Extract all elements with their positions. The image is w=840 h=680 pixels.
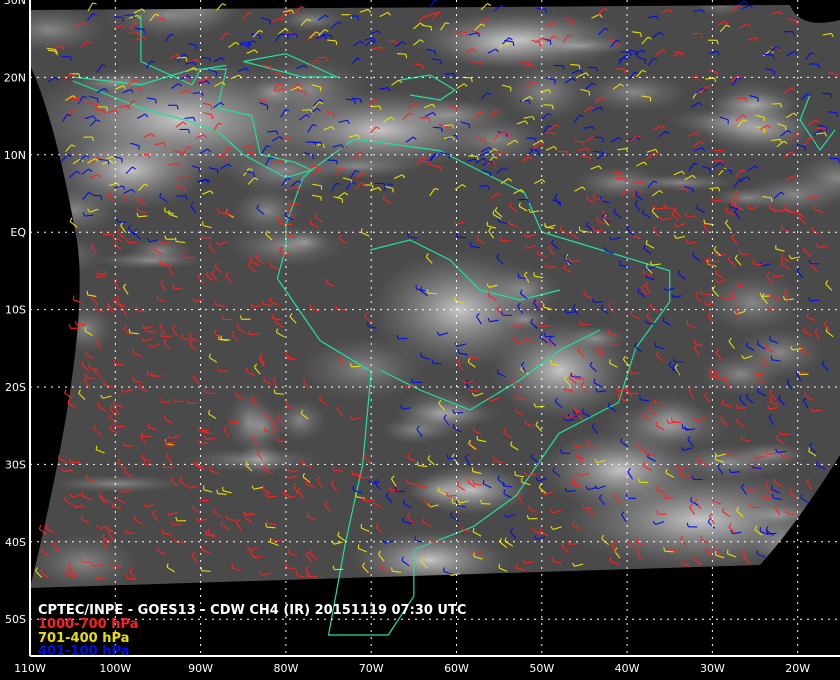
lat-tick-label: EQ bbox=[10, 226, 26, 239]
lat-tick-label: 20S bbox=[5, 381, 26, 394]
lon-tick-label: 20W bbox=[785, 662, 810, 675]
wind-barb bbox=[736, 0, 748, 7]
legend-low-level: 1000-700 hPa bbox=[38, 617, 138, 632]
wind-barb bbox=[428, 0, 439, 9]
lat-tick-label: 30S bbox=[5, 458, 26, 471]
lat-tick-label: 40S bbox=[5, 536, 26, 549]
lat-tick-label: 30N bbox=[4, 0, 26, 7]
map-canvas: 110W 100W 90W 80W 70W 60W 50W 40W 30W 20W 30N 20N 10… bbox=[4, 0, 840, 675]
lon-tick-label: 110W bbox=[14, 662, 46, 675]
lat-tick-label: 50S bbox=[5, 613, 26, 626]
lon-tick-label: 40W bbox=[615, 662, 640, 675]
lat-tick-label: 10S bbox=[5, 304, 26, 317]
lat-tick-label: 20N bbox=[4, 71, 26, 84]
lat-tick-label: 10N bbox=[4, 149, 26, 162]
lon-tick-label: 60W bbox=[444, 662, 469, 675]
map-title: CPTEC/INPE - GOES13 - CDW CH4 (IR) 20151… bbox=[38, 603, 466, 618]
lon-tick-label: 100W bbox=[99, 662, 131, 675]
lon-tick-label: 50W bbox=[529, 662, 554, 675]
lon-tick-label: 70W bbox=[359, 662, 384, 675]
satellite-wind-map: 110W 100W 90W 80W 70W 60W 50W 40W 30W 20W 30N 20N 10… bbox=[0, 0, 840, 680]
legend-high-level: 401-100 hPa bbox=[38, 644, 129, 659]
lon-tick-label: 90W bbox=[188, 662, 213, 675]
lon-tick-label: 30W bbox=[700, 662, 725, 675]
lon-tick-label: 80W bbox=[273, 662, 298, 675]
